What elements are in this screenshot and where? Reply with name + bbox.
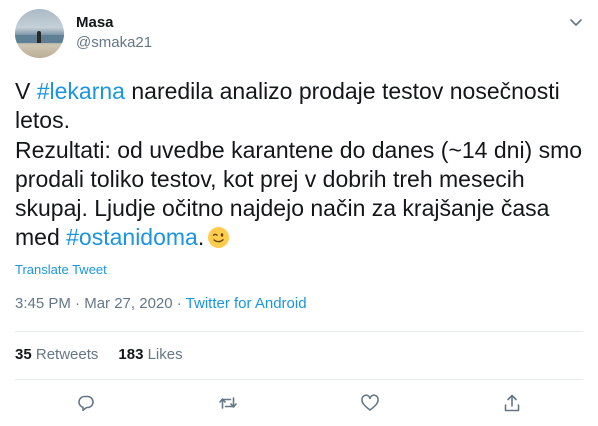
action-bar: [0, 393, 598, 413]
retweets-count: 35: [15, 346, 32, 363]
retweet-icon[interactable]: [218, 393, 238, 413]
tweet-text-segment: V: [15, 78, 37, 104]
tweet-line: V #lekarna naredila analizo prodaje test…: [15, 77, 585, 106]
tweet-card: Masa @smaka21 V #lekarna naredila analiz…: [0, 0, 598, 426]
tweet-text-segment: med: [15, 224, 67, 251]
tweet-time[interactable]: 3:45 PM: [15, 295, 71, 312]
like-icon[interactable]: [360, 393, 380, 413]
author-name[interactable]: Masa: [76, 14, 114, 31]
translate-tweet-link[interactable]: Translate Tweet: [15, 262, 107, 277]
avatar[interactable]: [15, 9, 64, 58]
tweet-date[interactable]: Mar 27, 2020: [84, 295, 172, 312]
tweet-text-segment: naredila analizo prodaje testov nosečnos…: [124, 78, 560, 104]
tweet-source-link[interactable]: Twitter for Android: [186, 295, 307, 312]
tweet-line: Rezultati: od uvedbe karantene do danes …: [15, 136, 583, 163]
meta-separator: ·: [70, 295, 85, 312]
author-handle[interactable]: @smaka21: [76, 34, 152, 51]
likes-label: Likes: [147, 346, 183, 363]
tweet-line: med #ostanidoma.: [15, 223, 585, 252]
retweets-label: Retweets: [35, 346, 99, 363]
avatar-figure: [37, 31, 41, 43]
tweet-line: prodali toliko testov, kot prej v dobrih…: [15, 165, 525, 192]
reply-icon[interactable]: [76, 393, 96, 413]
divider: [15, 379, 583, 380]
tweet-stats: 35 Retweets 183 Likes: [15, 346, 183, 363]
tweet-text: V #lekarna naredila analizo prodaje test…: [15, 77, 585, 253]
hashtag-link[interactable]: #lekarna: [37, 78, 125, 104]
tweet-metadata: 3:45 PM · Mar 27, 2020 · Twitter for And…: [15, 295, 307, 312]
hashtag-link[interactable]: #ostanidoma: [66, 224, 198, 250]
divider: [15, 331, 583, 332]
share-icon[interactable]: [502, 393, 522, 413]
likes-stat[interactable]: 183 Likes: [118, 346, 182, 363]
retweets-stat[interactable]: 35 Retweets: [15, 346, 98, 363]
winking-face-emoji-icon: [208, 227, 230, 249]
tweet-line: skupaj. Ljudje očitno najdejo način za k…: [15, 195, 550, 222]
likes-count: 183: [118, 346, 144, 363]
tweet-line: letos.: [15, 107, 70, 134]
meta-separator: ·: [172, 295, 186, 312]
chevron-down-icon[interactable]: [568, 14, 584, 30]
tweet-text-segment: .: [197, 224, 205, 251]
